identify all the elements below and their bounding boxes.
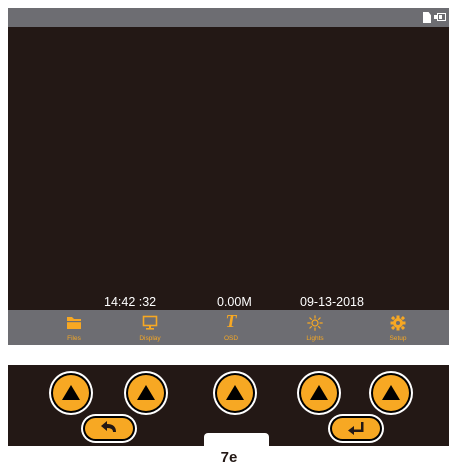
menu-item-setup[interactable]: Setup [368, 310, 428, 345]
menu-label-files: Files [67, 335, 81, 342]
menu-item-osd[interactable]: T OSD [201, 310, 261, 345]
up-button-2[interactable] [128, 375, 164, 411]
info-bar: 14:42 :32 0.00M 09-13-2018 [8, 292, 449, 310]
date-readout: 09-13-2018 [300, 295, 364, 309]
back-button[interactable] [85, 418, 133, 439]
up-arrow-icon [382, 385, 400, 400]
time-readout: 14:42 :32 [104, 295, 157, 309]
enter-icon [348, 422, 364, 435]
device-screen: 14:42 :32 0.00M 09-13-2018 Files Display… [8, 8, 449, 345]
gear-icon [390, 315, 406, 331]
battery-icon [434, 13, 446, 21]
up-button-1[interactable] [53, 375, 89, 411]
up-arrow-icon [137, 385, 155, 400]
up-button-4[interactable] [301, 375, 337, 411]
osd-text-icon: T [225, 311, 237, 331]
menu-label-lights: Lights [306, 335, 324, 342]
menu-item-display[interactable]: Display [120, 310, 180, 345]
enter-button[interactable] [332, 418, 380, 439]
status-bar [8, 8, 449, 27]
up-arrow-icon [226, 385, 244, 400]
folder-icon [67, 317, 81, 329]
menu-item-lights[interactable]: Lights [285, 310, 345, 345]
menu-label-setup: Setup [389, 335, 407, 342]
menu-label-display: Display [139, 335, 161, 342]
caption-tab [204, 433, 269, 446]
figure-caption: 7e [220, 449, 238, 466]
up-button-3[interactable] [217, 375, 253, 411]
up-arrow-icon [310, 385, 328, 400]
sd-card-icon [423, 12, 431, 23]
monitor-icon [142, 315, 158, 330]
sun-icon [307, 315, 323, 331]
back-arrow-icon [101, 421, 116, 432]
up-arrow-icon [62, 385, 80, 400]
menu-label-osd: OSD [223, 335, 239, 342]
menu-bar: Files Display T OSD Lights Setup [8, 310, 449, 345]
up-button-5[interactable] [373, 375, 409, 411]
menu-item-files[interactable]: Files [44, 310, 104, 345]
button-panel [8, 365, 449, 446]
storage-readout: 0.00M [217, 295, 252, 309]
